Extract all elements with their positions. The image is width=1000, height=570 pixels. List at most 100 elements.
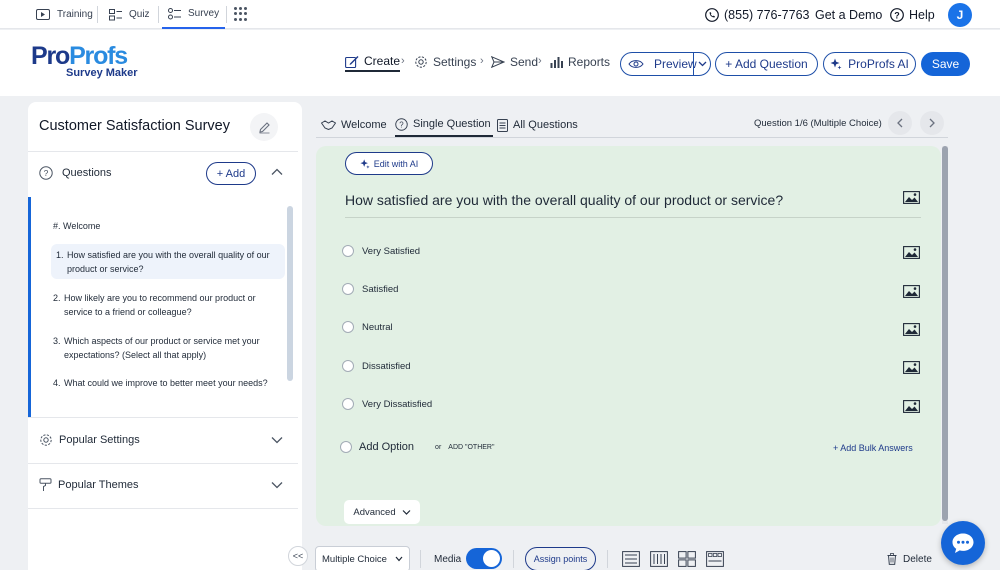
radio-button[interactable] bbox=[342, 321, 354, 333]
quiz-icon bbox=[109, 8, 122, 21]
delete-button[interactable]: Delete bbox=[887, 553, 932, 565]
question-list-scrollbar[interactable] bbox=[287, 206, 293, 381]
get-demo-link[interactable]: Get a Demo bbox=[815, 0, 882, 29]
add-bulk-answers-link[interactable]: + Add Bulk Answers bbox=[833, 443, 913, 453]
sidebar: Customer Satisfaction Survey ? Questions… bbox=[28, 102, 302, 570]
answer-option-label[interactable]: Satisfied bbox=[362, 284, 398, 295]
edit-title-button[interactable] bbox=[250, 113, 278, 141]
edit-with-ai-button[interactable]: Edit with AI bbox=[345, 152, 433, 175]
chevron-down-icon[interactable] bbox=[271, 435, 283, 445]
question-number: 1. bbox=[56, 250, 64, 260]
step-reports[interactable]: Reports bbox=[550, 52, 610, 72]
media-toggle[interactable] bbox=[466, 548, 502, 569]
answer-option-label[interactable]: Very Dissatisfied bbox=[362, 399, 432, 410]
radio-button[interactable] bbox=[342, 398, 354, 410]
chevron-down-icon[interactable] bbox=[697, 56, 708, 72]
question-number: 2. bbox=[53, 293, 61, 303]
edit-with-ai-label: Edit with AI bbox=[373, 158, 419, 169]
question-card: Edit with AI How satisfied are you with … bbox=[316, 146, 941, 526]
tab-training[interactable]: Training bbox=[36, 0, 93, 29]
bar-chart-icon bbox=[550, 56, 563, 68]
divider bbox=[316, 137, 948, 138]
add-other-link[interactable]: ADD "OTHER" bbox=[448, 444, 494, 451]
answer-option-label[interactable]: Dissatisfied bbox=[362, 361, 411, 372]
advanced-dropdown[interactable]: Advanced bbox=[344, 500, 420, 524]
questions-section-header[interactable]: ? Questions bbox=[39, 166, 112, 180]
image-icon[interactable] bbox=[903, 285, 920, 298]
avatar[interactable]: J bbox=[948, 3, 972, 27]
divider bbox=[420, 550, 421, 568]
question-item-1[interactable]: 1. How satisfied are you with the overal… bbox=[51, 244, 285, 279]
radio-button[interactable] bbox=[342, 360, 354, 372]
question-item-4[interactable]: 4. What could we improve to better meet … bbox=[53, 376, 281, 390]
answer-option-label[interactable]: Very Satisfied bbox=[362, 246, 420, 257]
step-settings[interactable]: Settings bbox=[414, 52, 476, 72]
send-icon bbox=[491, 56, 505, 68]
add-question-button[interactable]: + Add Question bbox=[715, 52, 818, 76]
answer-option-label[interactable]: Neutral bbox=[362, 322, 393, 333]
divider bbox=[226, 6, 227, 23]
tile-layout-icon[interactable] bbox=[706, 551, 724, 567]
image-icon[interactable] bbox=[903, 361, 920, 374]
step-create[interactable]: Create bbox=[345, 52, 401, 72]
apps-grid-icon[interactable] bbox=[234, 7, 248, 21]
tab-survey-label: Survey bbox=[188, 8, 220, 19]
answer-option[interactable]: Very Satisfied bbox=[342, 245, 420, 257]
svg-text:?: ? bbox=[44, 168, 49, 178]
tab-survey[interactable]: Survey bbox=[162, 0, 226, 29]
question-text-field[interactable]: How satisfied are you with the overall q… bbox=[345, 192, 783, 208]
question-item-2[interactable]: 2. How likely are you to recommend our p… bbox=[53, 291, 281, 319]
help-label: Help bbox=[909, 7, 935, 22]
chevron-left-icon bbox=[896, 118, 904, 128]
tab-all-questions[interactable]: All Questions bbox=[497, 113, 578, 137]
welcome-item[interactable]: #. Welcome bbox=[53, 219, 281, 233]
answer-option[interactable]: Very Dissatisfied bbox=[342, 398, 432, 410]
question-text: What could we improve to better meet you… bbox=[64, 378, 268, 388]
add-option-row[interactable]: Add Option or ADD "OTHER" bbox=[340, 441, 494, 453]
tab-quiz-label: Quiz bbox=[129, 9, 150, 20]
radio-button[interactable] bbox=[342, 283, 354, 295]
question-item-3[interactable]: 3. Which aspects of our product or servi… bbox=[53, 334, 281, 362]
collapse-sidebar-button[interactable]: << bbox=[288, 546, 308, 566]
help-link[interactable]: ? Help bbox=[890, 0, 935, 29]
chevron-up-icon[interactable] bbox=[271, 167, 283, 177]
step-settings-label: Settings bbox=[433, 55, 477, 69]
answer-option[interactable]: Satisfied bbox=[342, 283, 398, 295]
tab-welcome[interactable]: Welcome bbox=[321, 113, 387, 137]
grid-layout-icon[interactable] bbox=[678, 551, 696, 567]
answer-option[interactable]: Dissatisfied bbox=[342, 360, 411, 372]
chevron-right-icon bbox=[928, 118, 936, 128]
image-icon[interactable] bbox=[903, 246, 920, 259]
prev-question-button[interactable] bbox=[888, 111, 912, 135]
image-icon[interactable] bbox=[903, 400, 920, 413]
popular-themes-label: Popular Themes bbox=[58, 479, 139, 491]
answer-option[interactable]: Neutral bbox=[342, 321, 393, 333]
popular-settings-section[interactable]: Popular Settings bbox=[39, 433, 140, 447]
chat-support-button[interactable] bbox=[941, 521, 985, 565]
tab-single-question-label: Single Question bbox=[413, 118, 491, 130]
next-question-button[interactable] bbox=[920, 111, 944, 135]
add-question-pill[interactable]: + Add bbox=[206, 162, 256, 185]
image-icon[interactable] bbox=[903, 191, 920, 204]
radio-button[interactable] bbox=[342, 245, 354, 257]
editor-scrollbar[interactable] bbox=[942, 146, 948, 521]
chevron-down-icon[interactable] bbox=[271, 480, 283, 490]
add-option-label[interactable]: Add Option bbox=[359, 441, 414, 453]
popular-themes-section[interactable]: Popular Themes bbox=[39, 478, 139, 492]
tab-single-question[interactable]: ? Single Question bbox=[395, 113, 493, 137]
image-icon[interactable] bbox=[903, 323, 920, 336]
save-button[interactable]: Save bbox=[921, 52, 970, 76]
logo[interactable]: ProProfs Survey Maker bbox=[31, 43, 138, 79]
column-layout-icon[interactable] bbox=[650, 551, 668, 567]
preview-button[interactable]: Preview bbox=[620, 52, 711, 76]
assign-points-button[interactable]: Assign points bbox=[525, 547, 596, 570]
divider bbox=[513, 550, 514, 568]
ai-button[interactable]: ProProfs AI bbox=[823, 52, 916, 76]
question-type-select[interactable]: Multiple Choice bbox=[315, 546, 410, 570]
gear-icon bbox=[414, 55, 428, 69]
phone-contact[interactable]: (855) 776-7763 bbox=[705, 0, 809, 29]
step-send[interactable]: Send bbox=[491, 52, 538, 72]
survey-icon bbox=[168, 7, 181, 20]
list-layout-icon[interactable] bbox=[622, 551, 640, 567]
tab-quiz[interactable]: Quiz bbox=[109, 0, 150, 29]
